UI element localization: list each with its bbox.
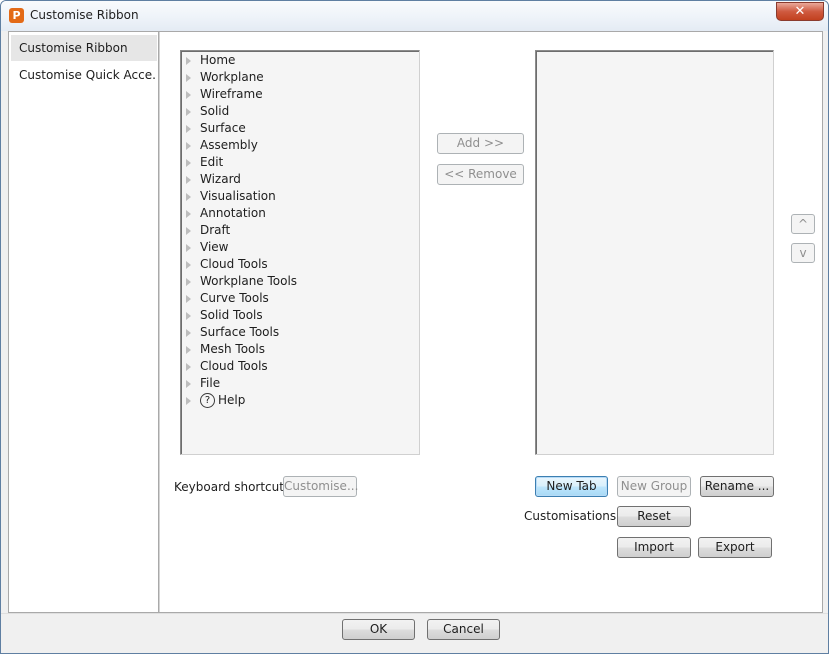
tree-item-label: Cloud Tools [200,257,268,271]
tree-item-label: Surface Tools [200,325,280,339]
tree-item-annotation[interactable]: Annotation [186,205,266,222]
tree-item-label: File [200,376,221,390]
close-button[interactable]: ✕ [776,2,824,21]
sidebar-divider [159,32,160,612]
new-tab-button[interactable]: New Tab [535,476,608,497]
tree-item-cloud-tools[interactable]: Cloud Tools [186,256,268,273]
tree-item-label: Surface [200,121,246,135]
expand-arrow-icon[interactable] [186,90,191,99]
tree-item-visualisation[interactable]: Visualisation [186,188,276,205]
new-group-button[interactable]: New Group [617,476,691,497]
move-up-button[interactable]: ^ [791,214,815,234]
footer-divider [1,613,828,614]
expand-arrow-icon[interactable] [186,379,191,388]
import-button[interactable]: Import [617,537,691,558]
cancel-button[interactable]: Cancel [427,619,500,640]
expand-arrow-icon[interactable] [186,328,191,337]
keyboard-shortcuts-label: Keyboard shortcuts: [174,480,295,494]
help-icon: ? [200,393,215,408]
tree-item-label: Solid [200,104,230,118]
tree-item-workplane-tools[interactable]: Workplane Tools [186,273,297,290]
add-button[interactable]: Add >> [437,133,524,154]
tree-item-label: Wizard [200,172,241,186]
expand-arrow-icon[interactable] [186,362,191,371]
expand-arrow-icon[interactable] [186,107,191,116]
expand-arrow-icon[interactable] [186,192,191,201]
sidebar-item-customise-ribbon[interactable]: Customise Ribbon [11,35,157,61]
rename-button[interactable]: Rename ... [700,476,774,497]
tree-item-label: Edit [200,155,224,169]
customise-shortcuts-button[interactable]: Customise... [283,476,358,497]
tree-item-label: Workplane Tools [200,274,298,288]
tree-item-label: View [200,240,229,254]
tree-item-view[interactable]: View [186,239,228,256]
tree-item-draft[interactable]: Draft [186,222,230,239]
move-down-button[interactable]: v [791,243,815,263]
export-button[interactable]: Export [698,537,772,558]
tree-item-home[interactable]: Home [186,52,235,69]
tree-item-label: Annotation [200,206,266,220]
expand-arrow-icon[interactable] [186,124,191,133]
tree-item-surface[interactable]: Surface [186,120,246,137]
expand-arrow-icon[interactable] [186,260,191,269]
sidebar-item-customise-quick-access[interactable]: Customise Quick Acce... [11,62,157,88]
tree-item-label: Home [200,53,236,67]
reset-button[interactable]: Reset [617,506,691,527]
tree-item-surface-tools[interactable]: Surface Tools [186,324,279,341]
tree-item-label: Mesh Tools [200,342,265,356]
tree-item-wireframe[interactable]: Wireframe [186,86,263,103]
expand-arrow-icon[interactable] [186,175,191,184]
expand-arrow-icon[interactable] [186,141,191,150]
expand-arrow-icon[interactable] [186,277,191,286]
tree-item-solid-tools[interactable]: Solid Tools [186,307,263,324]
tree-item-label: Cloud Tools [200,359,268,373]
expand-arrow-icon[interactable] [186,209,191,218]
expand-arrow-icon[interactable] [186,158,191,167]
expand-arrow-icon[interactable] [186,243,191,252]
tree-item-file[interactable]: File [186,375,220,392]
expand-arrow-icon[interactable] [186,73,191,82]
tree-item-label: Assembly [200,138,258,152]
tree-item-label: Help [218,393,246,407]
tree-item-label: Wireframe [200,87,263,101]
tree-item-solid[interactable]: Solid [186,103,229,120]
dialog-body: Customise Ribbon Customise Quick Acce...… [8,31,823,613]
expand-arrow-icon[interactable] [186,294,191,303]
tree-item-assembly[interactable]: Assembly [186,137,258,154]
sidebar: Customise Ribbon Customise Quick Acce... [9,32,159,612]
tree-item-curve-tools[interactable]: Curve Tools [186,290,269,307]
tree-item-mesh-tools[interactable]: Mesh Tools [186,341,265,358]
tree-item-edit[interactable]: Edit [186,154,223,171]
tree-item-label: Workplane [200,70,264,84]
available-tabs-tree[interactable]: Home Workplane Wireframe Solid Surface A… [180,50,420,455]
expand-arrow-icon[interactable] [186,226,191,235]
window-title: Customise Ribbon [30,8,139,22]
tree-item-label: Visualisation [200,189,276,203]
expand-arrow-icon[interactable] [186,345,191,354]
tree-item-workplane[interactable]: Workplane [186,69,264,86]
title-bar: P Customise Ribbon ✕ [1,1,828,31]
remove-button[interactable]: << Remove [437,164,524,185]
customise-ribbon-dialog: P Customise Ribbon ✕ Customise Ribbon Cu… [0,0,829,654]
tree-item-label: Curve Tools [200,291,269,305]
expand-arrow-icon[interactable] [186,311,191,320]
app-logo-icon: P [9,8,24,23]
tree-item-cloud-tools-2[interactable]: Cloud Tools [186,358,268,375]
tree-item-label: Draft [200,223,231,237]
expand-arrow-icon[interactable] [186,56,191,65]
tree-item-help[interactable]: ? Help [186,392,245,409]
ribbon-tabs-list[interactable] [535,50,774,455]
tree-item-wizard[interactable]: Wizard [186,171,241,188]
tree-item-label: Solid Tools [200,308,263,322]
ok-button[interactable]: OK [342,619,415,640]
customisations-label: Customisations: [524,509,621,523]
expand-arrow-icon[interactable] [186,396,191,405]
